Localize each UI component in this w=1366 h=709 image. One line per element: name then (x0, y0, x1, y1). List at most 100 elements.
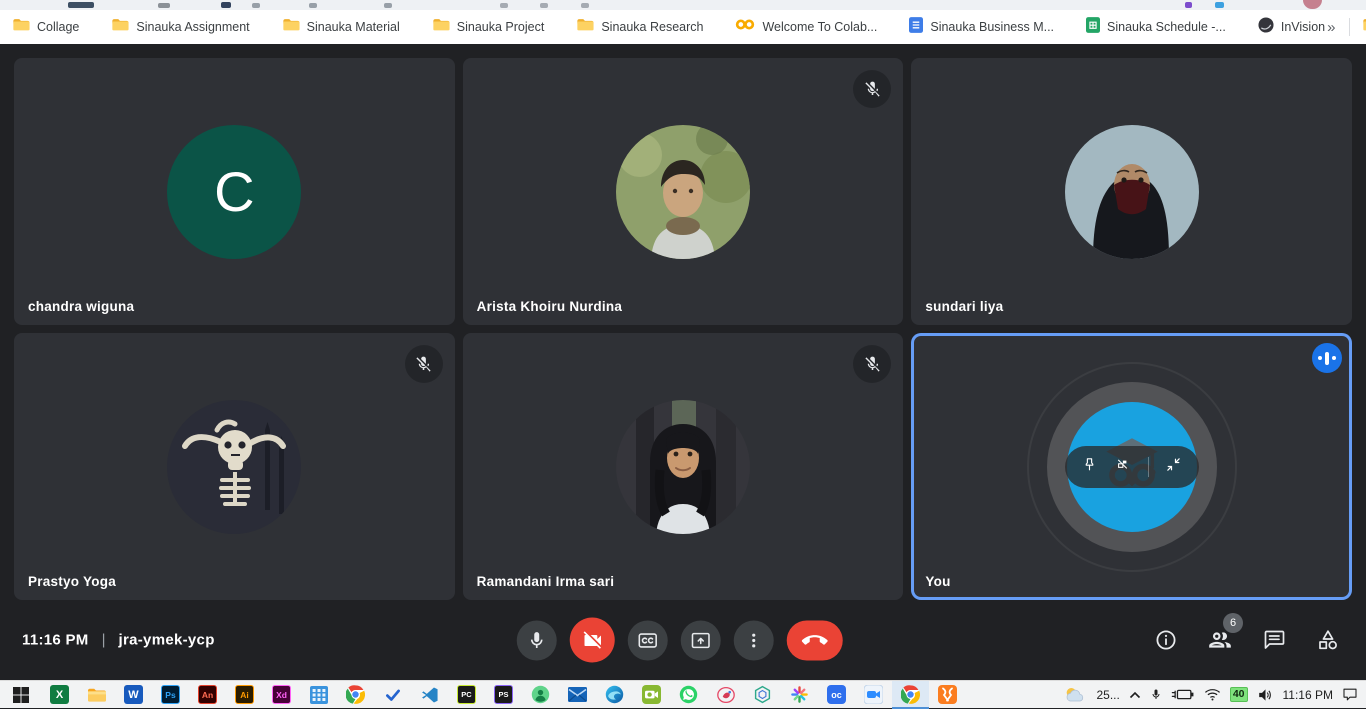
present-button[interactable] (681, 620, 721, 660)
pill-divider (1148, 457, 1149, 477)
oc-app-icon[interactable]: oc (818, 681, 855, 709)
bookmarks-group: Collage Sinauka Assignment Sinauka Mater… (12, 17, 1325, 38)
avatar-photo (616, 125, 750, 259)
video-app-icon[interactable] (855, 681, 892, 709)
tray-wifi-icon[interactable] (1204, 688, 1221, 701)
meet-bottom-bar: 11:16 PM | jra-ymek-ycp (0, 600, 1366, 680)
tray-volume-icon[interactable] (1257, 688, 1274, 702)
action-center-icon[interactable] (1342, 687, 1358, 702)
xampp-icon[interactable] (929, 681, 966, 709)
tray-expand-chevron[interactable] (1129, 691, 1141, 699)
colorful-flower-app-icon[interactable] (781, 681, 818, 709)
pycharm-icon[interactable]: PC (448, 681, 485, 709)
participants-button[interactable]: 6 (1206, 626, 1234, 654)
system-tray: 25... 40 11:16 PM (1063, 686, 1366, 703)
bookmark-sinauka-business[interactable]: Sinauka Business M... (909, 17, 1054, 38)
bookmark-sinauka-schedule[interactable]: Sinauka Schedule -... (1086, 17, 1226, 38)
bookmark-sinauka-research[interactable]: Sinauka Research (576, 17, 703, 37)
tray-clock[interactable]: 11:16 PM (1283, 688, 1333, 702)
calendar-icon[interactable] (300, 681, 337, 709)
word-icon[interactable]: W (115, 681, 152, 709)
excel-icon[interactable]: X (41, 681, 78, 709)
meeting-code[interactable]: jra-ymek-ycp (119, 632, 215, 649)
bookmark-sinauka-project[interactable]: Sinauka Project (432, 17, 545, 37)
chrome-active-icon[interactable] (892, 681, 929, 709)
battery-percent-badge[interactable]: 40 (1230, 687, 1248, 702)
participant-tile-chandra-wiguna[interactable]: C chandra wiguna (14, 58, 455, 325)
mail-icon[interactable] (559, 681, 596, 709)
bookmark-welcome-to-colab[interactable]: Welcome To Colab... (735, 18, 877, 36)
other-bookmarks[interactable]: Other bookmarks (1362, 17, 1366, 37)
call-end-icon (802, 627, 828, 653)
participant-tile-you[interactable]: You (911, 333, 1352, 600)
present-icon (690, 629, 712, 651)
bookmarks-overflow-chevron[interactable]: » (1325, 19, 1337, 36)
illustrator-icon[interactable]: Ai (226, 681, 263, 709)
participant-tile-sundari[interactable]: sundari liya (911, 58, 1352, 325)
bookmark-collage[interactable]: Collage (12, 17, 79, 37)
bookmark-label: Sinauka Schedule -... (1107, 20, 1226, 34)
camera-off-button[interactable] (570, 618, 615, 663)
start-button[interactable] (0, 681, 41, 709)
chat-button[interactable] (1260, 626, 1288, 654)
tab-strip-fragment (252, 3, 260, 8)
meeting-details-button[interactable] (1152, 626, 1180, 654)
bookmarks-divider (1349, 18, 1350, 36)
mic-off-icon (853, 70, 891, 108)
android-emulator-icon[interactable] (522, 681, 559, 709)
captions-button[interactable] (628, 620, 668, 660)
toolbar-icon-fragment (1185, 2, 1192, 8)
hexagon-app-icon[interactable] (744, 681, 781, 709)
participant-tile-ramandani[interactable]: Ramandani Irma sari (463, 333, 904, 600)
file-explorer-icon[interactable] (78, 681, 115, 709)
photoshop-icon[interactable]: Ps (152, 681, 189, 709)
camera-app-icon[interactable] (633, 681, 670, 709)
windows-taskbar: X W Ps An Ai Xd PC PS oc 25... 40 (0, 680, 1366, 708)
minimize-tile-button[interactable] (1165, 456, 1182, 478)
tab-strip-fragment (158, 3, 170, 8)
mic-toggle-button[interactable] (517, 620, 557, 660)
bookmark-sinauka-assignment[interactable]: Sinauka Assignment (111, 17, 249, 37)
avatar-photo (1065, 125, 1199, 259)
participant-tile-prastyo[interactable]: Prastyo Yoga (14, 333, 455, 600)
todo-check-icon[interactable] (374, 681, 411, 709)
bookmark-label: Sinauka Material (307, 20, 400, 34)
participant-name: chandra wiguna (28, 299, 134, 314)
vscode-icon[interactable] (411, 681, 448, 709)
end-call-button[interactable] (787, 620, 843, 660)
weather-icon[interactable] (1063, 686, 1087, 703)
weather-temp[interactable]: 25... (1096, 688, 1119, 702)
google-docs-icon (909, 17, 923, 38)
profile-avatar-fragment (1303, 0, 1322, 9)
bookmarks-bar: Collage Sinauka Assignment Sinauka Mater… (0, 10, 1366, 44)
participant-tile-arista[interactable]: Arista Khoiru Nurdina (463, 58, 904, 325)
whatsapp-icon[interactable] (670, 681, 707, 709)
pip-off-button[interactable] (1114, 456, 1131, 478)
sketch-red-app-icon[interactable] (707, 681, 744, 709)
participant-name: You (925, 574, 950, 589)
bookmark-label: Welcome To Colab... (762, 20, 877, 34)
participant-name: Ramandani Irma sari (477, 574, 615, 589)
folder-icon (576, 17, 594, 37)
mic-icon (527, 630, 547, 650)
bookmark-label: InVision (1281, 20, 1325, 34)
videocam-off-icon (581, 629, 603, 651)
phpstorm-icon[interactable]: PS (485, 681, 522, 709)
tray-battery-icon[interactable] (1171, 688, 1195, 701)
tab-strip-fragment (68, 2, 94, 8)
pin-tile-button[interactable] (1081, 456, 1098, 478)
activities-button[interactable] (1314, 626, 1342, 654)
animate-icon[interactable]: An (189, 681, 226, 709)
adobe-xd-icon[interactable]: Xd (263, 681, 300, 709)
tab-strip-fragment (384, 3, 392, 8)
bookmark-sinauka-material[interactable]: Sinauka Material (282, 17, 400, 37)
edge-icon[interactable] (596, 681, 633, 709)
invision-globe-icon (1258, 17, 1274, 38)
bookmarks-bar-right: » Other bookmarks (1325, 17, 1366, 37)
mic-off-icon (405, 345, 443, 383)
more-options-button[interactable] (734, 620, 774, 660)
bookmark-invision[interactable]: InVision (1258, 17, 1325, 38)
meet-main: C chandra wiguna (0, 44, 1366, 680)
tray-mic-icon[interactable] (1150, 687, 1162, 702)
chrome-icon[interactable] (337, 681, 374, 709)
